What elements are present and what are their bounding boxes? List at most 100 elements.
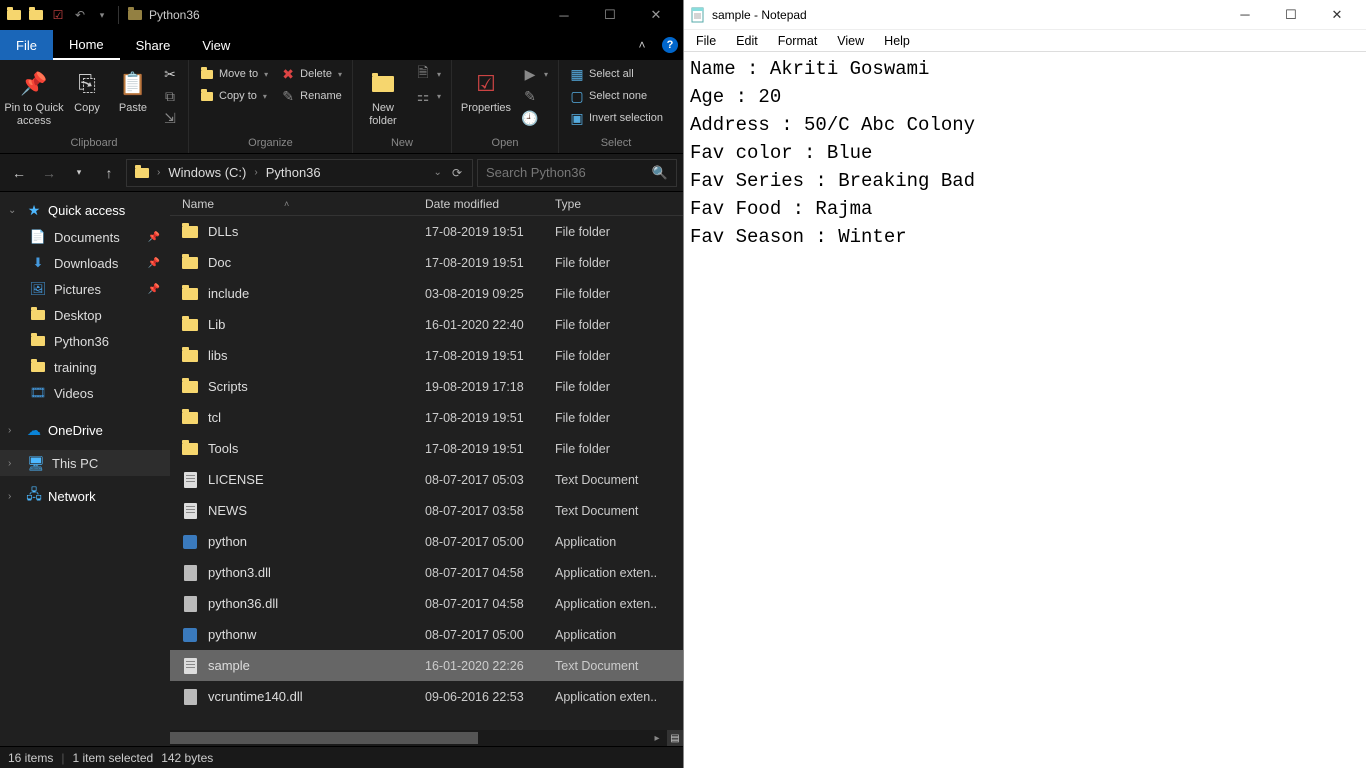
file-row[interactable]: vcruntime140.dll 09-06-2016 22:53 Applic…: [170, 681, 683, 712]
file-rows-container[interactable]: DLLs 17-08-2019 19:51 File folder Doc 17…: [170, 216, 683, 730]
file-row[interactable]: include 03-08-2019 09:25 File folder: [170, 278, 683, 309]
np-minimize-button[interactable]: ─: [1222, 0, 1268, 30]
column-name[interactable]: Name˄: [170, 197, 425, 211]
file-row[interactable]: python3.dll 08-07-2017 04:58 Application…: [170, 557, 683, 588]
tab-view[interactable]: View: [186, 30, 246, 60]
tab-share[interactable]: Share: [120, 30, 187, 60]
paste-button[interactable]: 📋 Paste: [112, 64, 154, 115]
recent-locations-button[interactable]: ▾: [66, 160, 92, 186]
ribbon: 📌 Pin to Quick access ⎘ Copy 📋 Paste ✂ ⧉…: [0, 60, 683, 154]
column-type[interactable]: Type: [547, 197, 683, 211]
np-menu-help[interactable]: Help: [874, 32, 920, 50]
scrollbar-thumb[interactable]: [170, 732, 478, 744]
file-date: 08-07-2017 04:58: [425, 597, 547, 611]
search-input[interactable]: Search Python36 🔍: [477, 159, 677, 187]
np-menu-edit[interactable]: Edit: [726, 32, 768, 50]
sidebar-onedrive[interactable]: › ☁ OneDrive: [0, 416, 170, 444]
chevron-right-icon[interactable]: ›: [250, 167, 261, 178]
easy-access-button[interactable]: ⚏▾: [411, 86, 445, 106]
cut-button[interactable]: ✂: [158, 64, 182, 84]
tab-home[interactable]: Home: [53, 30, 120, 60]
file-row[interactable]: python36.dll 08-07-2017 04:58 Applicatio…: [170, 588, 683, 619]
file-row[interactable]: Tools 17-08-2019 19:51 File folder: [170, 433, 683, 464]
chevron-right-icon[interactable]: ›: [153, 167, 164, 178]
sidebar-item-training[interactable]: training: [0, 354, 170, 380]
file-row[interactable]: pythonw 08-07-2017 05:00 Application: [170, 619, 683, 650]
help-button[interactable]: ?: [657, 30, 683, 60]
sidebar-this-pc[interactable]: › 🖥 This PC: [0, 450, 170, 476]
sidebar-item-desktop[interactable]: Desktop: [0, 302, 170, 328]
qat-properties-icon[interactable]: ☑: [48, 5, 68, 25]
move-to-button[interactable]: Move to▾: [195, 64, 272, 84]
view-toggle-icon[interactable]: ▤: [667, 730, 683, 746]
file-row[interactable]: DLLs 17-08-2019 19:51 File folder: [170, 216, 683, 247]
sidebar-item-python36[interactable]: Python36: [0, 328, 170, 354]
file-row[interactable]: Doc 17-08-2019 19:51 File folder: [170, 247, 683, 278]
address-bar[interactable]: › Windows (C:) › Python36 ⌄ ⟳: [126, 159, 473, 187]
file-row[interactable]: NEWS 08-07-2017 03:58 Text Document: [170, 495, 683, 526]
new-folder-button[interactable]: New folder: [359, 64, 407, 128]
select-none-button[interactable]: ▢Select none: [565, 86, 667, 106]
sidebar-quick-access[interactable]: ⌄ ★ Quick access: [0, 196, 170, 224]
notepad-text-area[interactable]: Name : Akriti Goswami Age : 20 Address :…: [684, 52, 1366, 768]
qat-folder-icon-2[interactable]: [26, 5, 46, 25]
minimize-button[interactable]: ─: [541, 0, 587, 30]
select-all-button[interactable]: ▦Select all: [565, 64, 667, 84]
copy-button[interactable]: ⎘ Copy: [66, 64, 108, 115]
file-type: File folder: [547, 256, 683, 270]
new-item-button[interactable]: 🗎▾: [411, 64, 445, 84]
qat-dropdown-icon[interactable]: ▾: [92, 5, 112, 25]
sidebar-item-videos[interactable]: 🎞Videos: [0, 380, 170, 406]
qat-undo-icon[interactable]: ↶: [70, 5, 90, 25]
rename-button[interactable]: ✎Rename: [276, 86, 346, 106]
file-row[interactable]: tcl 17-08-2019 19:51 File folder: [170, 402, 683, 433]
title-folder-icon: [125, 5, 145, 25]
np-menu-file[interactable]: File: [686, 32, 726, 50]
notepad-titlebar[interactable]: sample - Notepad ─ ☐ ✕: [684, 0, 1366, 30]
collapse-ribbon-icon[interactable]: ˄: [627, 30, 657, 60]
breadcrumb-folder[interactable]: Python36: [262, 165, 325, 180]
file-row[interactable]: LICENSE 08-07-2017 05:03 Text Document: [170, 464, 683, 495]
np-close-button[interactable]: ✕: [1314, 0, 1360, 30]
edit-button[interactable]: ✎: [518, 86, 552, 106]
open-button[interactable]: ▶▾: [518, 64, 552, 84]
maximize-button[interactable]: ☐: [587, 0, 633, 30]
np-menu-format[interactable]: Format: [768, 32, 828, 50]
copy-path-button[interactable]: ⧉: [158, 86, 182, 106]
explorer-titlebar[interactable]: ☑ ↶ ▾ Python36 ─ ☐ ✕: [0, 0, 683, 30]
qat-folder-icon[interactable]: [4, 5, 24, 25]
np-menu-view[interactable]: View: [827, 32, 874, 50]
file-name: python36.dll: [208, 596, 278, 611]
sidebar-item-pictures[interactable]: 🖼Pictures📌: [0, 276, 170, 302]
sidebar-network[interactable]: › 🖧 Network: [0, 482, 170, 510]
invert-selection-button[interactable]: ▣Invert selection: [565, 108, 667, 128]
copy-to-button[interactable]: Copy to▾: [195, 86, 272, 106]
new-group-label: New: [353, 137, 451, 153]
properties-button[interactable]: ☑ Properties: [458, 64, 514, 115]
tab-file[interactable]: File: [0, 30, 53, 60]
history-button[interactable]: 🕘: [518, 108, 552, 128]
back-button[interactable]: ←: [6, 160, 32, 186]
file-row[interactable]: Lib 16-01-2020 22:40 File folder: [170, 309, 683, 340]
horizontal-scrollbar[interactable]: ▸ ▤: [170, 730, 683, 746]
column-date[interactable]: Date modified: [425, 197, 547, 211]
address-dropdown-icon[interactable]: ⌄: [430, 167, 446, 178]
forward-button[interactable]: →: [36, 160, 62, 186]
np-maximize-button[interactable]: ☐: [1268, 0, 1314, 30]
file-row[interactable]: python 08-07-2017 05:00 Application: [170, 526, 683, 557]
file-row[interactable]: libs 17-08-2019 19:51 File folder: [170, 340, 683, 371]
file-row[interactable]: Scripts 19-08-2019 17:18 File folder: [170, 371, 683, 402]
breadcrumb-drive[interactable]: Windows (C:): [164, 165, 250, 180]
search-icon: 🔍: [652, 165, 668, 181]
sidebar-item-documents[interactable]: 📄Documents📌: [0, 224, 170, 250]
scroll-right-icon[interactable]: ▸: [649, 730, 665, 746]
pin-to-quick-access-button[interactable]: 📌 Pin to Quick access: [6, 64, 62, 128]
pin-icon: 📌: [18, 68, 50, 100]
refresh-button[interactable]: ⟳: [446, 166, 468, 180]
up-button[interactable]: ↑: [96, 160, 122, 186]
paste-shortcut-button[interactable]: ⇲: [158, 108, 182, 128]
delete-button[interactable]: ✖Delete▾: [276, 64, 346, 84]
close-button[interactable]: ✕: [633, 0, 679, 30]
file-row[interactable]: sample 16-01-2020 22:26 Text Document: [170, 650, 683, 681]
sidebar-item-downloads[interactable]: ⬇Downloads📌: [0, 250, 170, 276]
